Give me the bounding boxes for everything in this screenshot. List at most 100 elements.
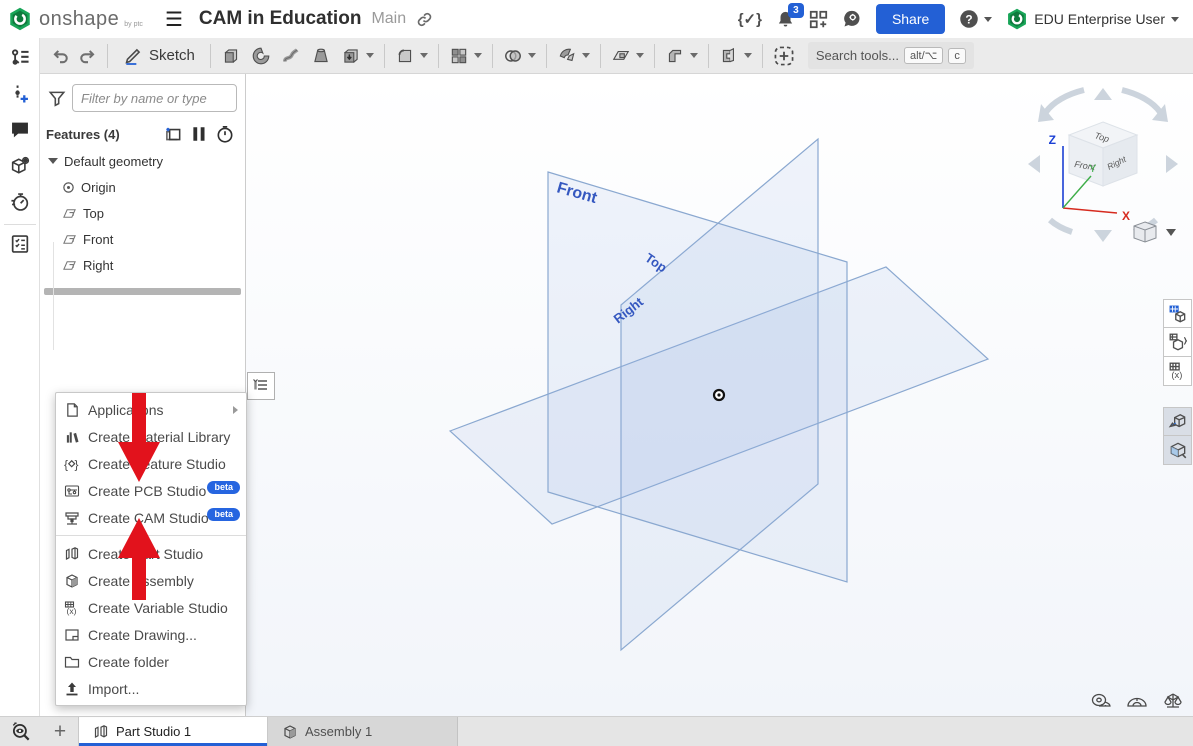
- import-upload-icon: [63, 681, 81, 697]
- origin-marker[interactable]: [714, 390, 724, 400]
- tab-part-studio-1[interactable]: Part Studio 1: [78, 717, 268, 746]
- search-tabs-button[interactable]: [0, 717, 42, 746]
- tilt-up-arrow-icon[interactable]: [1094, 88, 1112, 100]
- toolbar-divider: [384, 44, 385, 68]
- insert-new-tab-button[interactable]: +: [42, 717, 78, 746]
- search-tools-field[interactable]: Search tools... alt/⌥ c: [808, 42, 974, 69]
- svg-text:{: {: [64, 457, 68, 471]
- tilt-down-arrow-icon[interactable]: [1094, 230, 1112, 242]
- user-account-menu[interactable]: EDU Enterprise User: [1006, 8, 1179, 30]
- plane-tool-button[interactable]: [606, 41, 649, 71]
- view-options-button[interactable]: [1134, 222, 1176, 242]
- menu-item-create-assembly[interactable]: Create Assembly: [56, 567, 246, 594]
- sketch-button[interactable]: Sketch: [113, 46, 205, 66]
- chevron-down-icon[interactable]: [48, 158, 58, 164]
- menu-item-import[interactable]: Import...: [56, 675, 246, 702]
- share-link-icon[interactable]: [416, 11, 433, 28]
- feature-panel-toggle-button[interactable]: [247, 372, 275, 400]
- menu-item-create-part-studio[interactable]: Create Part Studio: [56, 540, 246, 567]
- tab-assembly-1[interactable]: Assembly 1: [268, 717, 458, 746]
- tree-item-front[interactable]: Front: [40, 226, 245, 252]
- workspace-name[interactable]: Main: [371, 10, 406, 28]
- featurescript-dev-icon[interactable]: {✓}: [738, 10, 762, 28]
- filter-funnel-icon[interactable]: [48, 89, 66, 107]
- sheet-metal-button[interactable]: [660, 41, 703, 71]
- rail-divider: [4, 224, 36, 225]
- draft-button[interactable]: [552, 41, 595, 71]
- tree-group-default-geometry[interactable]: Default geometry: [40, 148, 245, 174]
- sheet-metal-caret-icon: [690, 53, 698, 58]
- menu-item-create-folder[interactable]: Create folder: [56, 648, 246, 675]
- fillet-button[interactable]: [390, 41, 433, 71]
- menu-item-create-drawing[interactable]: Create Drawing...: [56, 621, 246, 648]
- revolve-button[interactable]: [246, 41, 276, 71]
- shaded-view-button[interactable]: [1163, 436, 1192, 465]
- document-title: CAM in Education: [199, 8, 362, 30]
- regen-timer-icon[interactable]: [215, 124, 235, 144]
- mass-properties-scale-icon[interactable]: [1162, 692, 1184, 715]
- menu-item-create-variable-studio[interactable]: (x) Create Variable Studio: [56, 594, 246, 621]
- parts-properties-icon[interactable]: [8, 154, 32, 178]
- submenu-arrow-icon: [233, 406, 238, 414]
- menu-item-create-feature-studio[interactable]: {} Create Feature Studio: [56, 450, 246, 477]
- svg-text:?: ?: [966, 12, 973, 26]
- right-tool-column-top: (x): [1163, 299, 1192, 386]
- loft-button[interactable]: [306, 41, 336, 71]
- app-store-grid-icon[interactable]: [809, 10, 828, 29]
- undo-button[interactable]: [46, 41, 74, 71]
- add-folder-icon[interactable]: [163, 124, 183, 144]
- tree-item-origin[interactable]: Origin: [40, 174, 245, 200]
- view-cube[interactable]: Top Front Right Z X Y: [1028, 88, 1178, 242]
- menu-item-label: Create Drawing...: [88, 627, 238, 643]
- menu-item-applications[interactable]: Applications: [56, 396, 246, 423]
- folder-icon: [63, 654, 81, 670]
- checklist-icon[interactable]: [8, 232, 32, 256]
- notifications-bell-icon[interactable]: 3: [776, 10, 795, 29]
- boolean-button[interactable]: [498, 41, 541, 71]
- feature-tree: Default geometry Origin Top Front Right: [40, 148, 245, 278]
- app-header: onshape by ptc ☰ CAM in Education Main {…: [0, 0, 1193, 38]
- left-icon-rail: [0, 38, 40, 716]
- notification-count-badge: 3: [788, 3, 804, 18]
- rotate-right-step-icon[interactable]: [1166, 155, 1178, 173]
- z-axis-label: Z: [1049, 133, 1056, 147]
- sweep-button[interactable]: [276, 41, 306, 71]
- variables-table-button[interactable]: (x): [1163, 357, 1192, 386]
- thicken-button[interactable]: [336, 41, 379, 71]
- rotate-left-arrow-icon[interactable]: [1046, 90, 1084, 112]
- redo-button[interactable]: [74, 41, 102, 71]
- create-version-icon[interactable]: [8, 82, 32, 106]
- comments-icon[interactable]: [8, 118, 32, 142]
- hamburger-menu-icon[interactable]: ☰: [153, 7, 195, 32]
- toolbar-divider: [107, 44, 108, 68]
- logo-sub-text: by ptc: [124, 21, 143, 31]
- versions-history-icon[interactable]: [8, 46, 32, 70]
- y-axis: [1063, 176, 1091, 208]
- rotate-left-step-icon[interactable]: [1028, 155, 1040, 173]
- tape-measure-icon[interactable]: [1090, 692, 1112, 715]
- section-view-button[interactable]: [1163, 407, 1192, 436]
- menu-item-create-pcb-studio[interactable]: Create PCB Studio beta: [56, 477, 246, 504]
- bom-table-button[interactable]: [1163, 299, 1192, 328]
- menu-item-label: Create Part Studio: [88, 546, 238, 562]
- menu-item-create-cam-studio[interactable]: Create CAM Studio beta: [56, 504, 246, 531]
- menu-item-create-material-library[interactable]: Create Material Library: [56, 423, 246, 450]
- pattern-button[interactable]: [444, 41, 487, 71]
- rotate-right-arrow-icon[interactable]: [1122, 90, 1160, 112]
- graphics-viewport[interactable]: Front Top Right Top Front Right: [246, 74, 1193, 716]
- filter-input[interactable]: [72, 84, 237, 112]
- rollback-bar[interactable]: [44, 288, 241, 295]
- onshape-logo[interactable]: onshape by ptc: [0, 7, 153, 31]
- learning-center-icon[interactable]: [842, 9, 862, 29]
- frame-button[interactable]: [714, 41, 757, 71]
- extrude-button[interactable]: [216, 41, 246, 71]
- help-menu[interactable]: ?: [959, 9, 992, 29]
- tree-item-top[interactable]: Top: [40, 200, 245, 226]
- configurations-button[interactable]: [1163, 328, 1192, 357]
- tree-item-right[interactable]: Right: [40, 252, 245, 278]
- suppress-pause-icon[interactable]: [191, 125, 207, 143]
- share-button[interactable]: Share: [876, 4, 945, 34]
- protractor-icon[interactable]: [1126, 692, 1148, 715]
- performance-stopwatch-icon[interactable]: [8, 190, 32, 214]
- insert-feature-button[interactable]: [768, 41, 800, 71]
